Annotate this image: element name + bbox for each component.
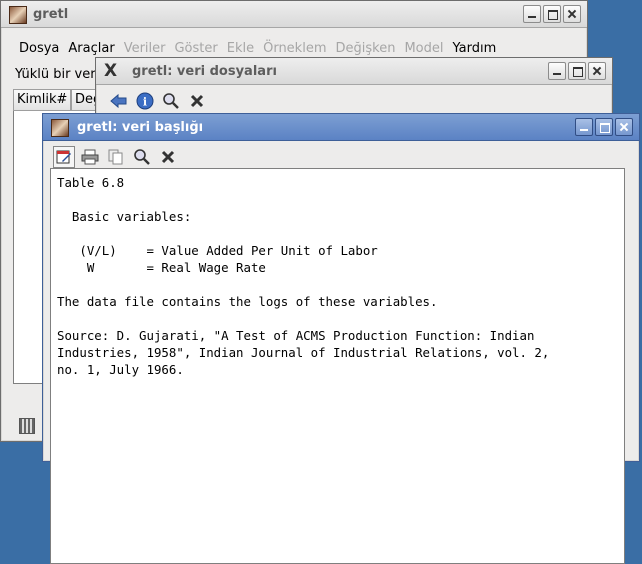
maximize-button[interactable] (543, 5, 561, 23)
header-close-button[interactable] (615, 118, 633, 136)
edit-icon (56, 150, 71, 164)
menu-goster[interactable]: Göster (174, 41, 217, 56)
main-titlebar[interactable]: gretl (1, 1, 587, 28)
minimize-icon (528, 16, 536, 18)
header-toolbar (53, 146, 179, 168)
copy-icon (108, 149, 123, 165)
back-arrow-button[interactable] (108, 90, 130, 112)
calculator-icon[interactable] (19, 418, 35, 434)
menu-veriler[interactable]: Veriler (124, 41, 166, 56)
menu-yardim[interactable]: Yardım (452, 41, 496, 56)
info-button[interactable]: i (134, 90, 156, 112)
menu-araclar[interactable]: Araçlar (68, 41, 114, 56)
maximize-icon (548, 10, 558, 20)
gretl-app-icon (9, 6, 27, 24)
svg-text:i: i (143, 96, 147, 109)
header-text-view[interactable]: Table 6.8 Basic variables: (V/L) = Value… (50, 168, 625, 564)
close-icon (161, 150, 175, 164)
header-minimize-button[interactable] (575, 118, 593, 136)
minimize-icon (580, 129, 588, 131)
close-icon (589, 63, 605, 79)
main-window-title: gretl (33, 7, 69, 22)
menu-dosya[interactable]: Dosya (19, 41, 59, 56)
files-close-button[interactable] (588, 62, 606, 80)
close-icon (564, 6, 580, 22)
copy-button[interactable] (105, 146, 127, 168)
files-toolbar: i (108, 90, 208, 112)
menu-degisken[interactable]: Değişken (335, 41, 395, 56)
magnifier-icon (163, 93, 179, 109)
header-window-title: gretl: veri başlığı (77, 120, 204, 135)
close-files-button[interactable] (186, 90, 208, 112)
maximize-icon (600, 123, 610, 133)
files-maximize-button[interactable] (568, 62, 586, 80)
close-header-button[interactable] (157, 146, 179, 168)
back-arrow-icon (110, 93, 127, 109)
print-icon (81, 149, 99, 165)
find-button[interactable] (131, 146, 153, 168)
header-window: gretl: veri başlığı Table 6.8 Basic vari… (42, 113, 640, 564)
x-logo-icon: X (104, 61, 118, 81)
column-header-kimlik[interactable]: Kimlik# (13, 89, 71, 111)
menu-ekle[interactable]: Ekle (227, 41, 254, 56)
files-minimize-button[interactable] (548, 62, 566, 80)
edit-button[interactable] (53, 146, 75, 168)
header-maximize-button[interactable] (595, 118, 613, 136)
magnifier-icon (134, 149, 150, 165)
print-button[interactable] (79, 146, 101, 168)
main-menubar: Dosya Araçlar Veriler Göster Ekle Örnekl… (19, 41, 496, 56)
minimize-icon (553, 73, 561, 75)
minimize-button[interactable] (523, 5, 541, 23)
close-icon (616, 119, 632, 135)
info-icon: i (136, 92, 154, 110)
search-button[interactable] (160, 90, 182, 112)
maximize-icon (573, 67, 583, 77)
gretl-app-icon (51, 119, 69, 137)
files-titlebar[interactable]: X gretl: veri dosyaları (96, 58, 612, 85)
close-button[interactable] (563, 5, 581, 23)
menu-orneklem[interactable]: Örneklem (263, 41, 326, 56)
close-icon (190, 94, 204, 108)
files-window-title: gretl: veri dosyaları (132, 64, 277, 79)
status-text: Yüklü bir veri (15, 67, 100, 82)
menu-model[interactable]: Model (404, 41, 443, 56)
header-titlebar[interactable]: gretl: veri başlığı (43, 114, 639, 141)
